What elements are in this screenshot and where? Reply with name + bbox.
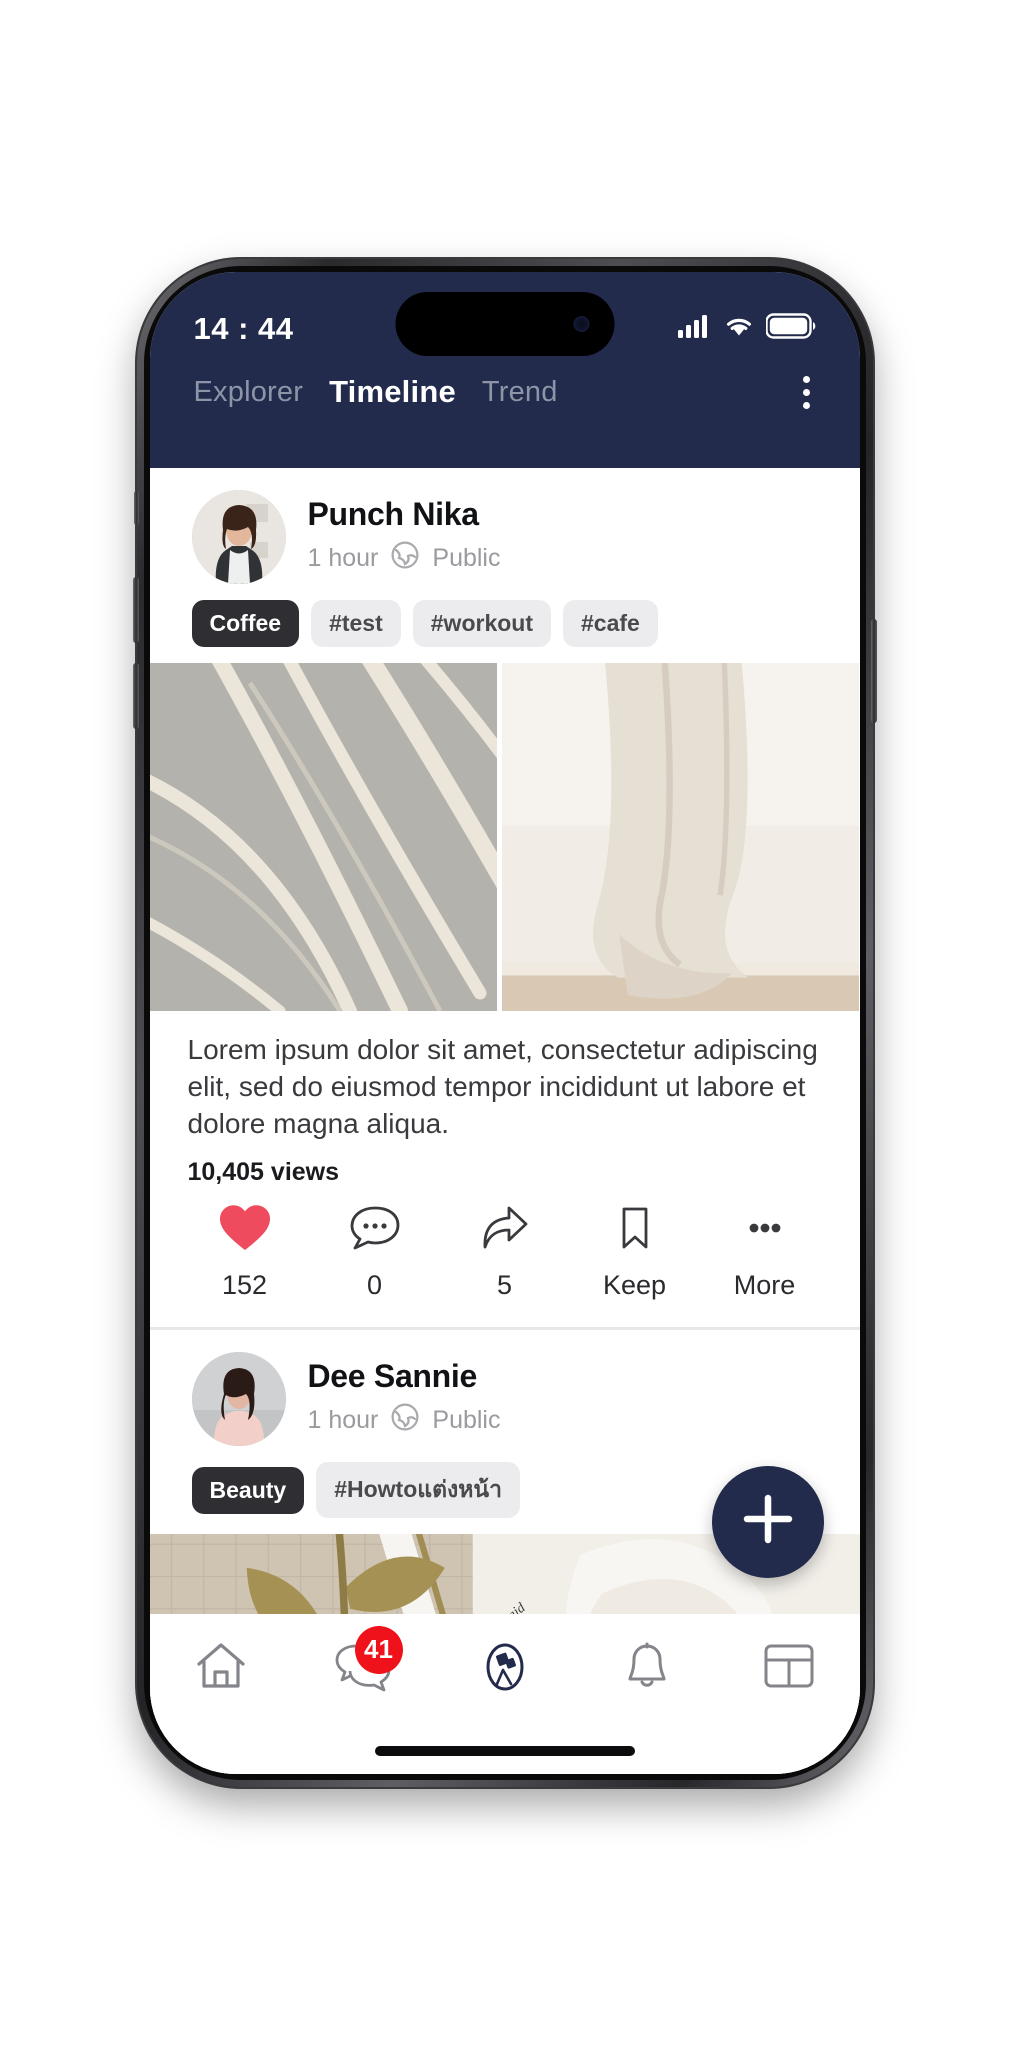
post-image[interactable] xyxy=(501,662,860,1011)
battery-icon xyxy=(764,313,816,344)
tag-pill[interactable]: #cafe xyxy=(563,599,658,647)
volume-down-button[interactable] xyxy=(132,662,139,729)
status-icons xyxy=(677,313,816,344)
nav-item-home[interactable] xyxy=(161,1640,281,1697)
avatar[interactable] xyxy=(191,489,286,584)
nav-item-layout[interactable] xyxy=(729,1640,849,1697)
grid-layout-icon xyxy=(761,1640,817,1697)
keep-button[interactable]: Keep xyxy=(570,1203,700,1301)
app-header: 14 : 44 Explorer Timeline Trend xyxy=(149,271,860,468)
post-card: Punch Nika 1 hour Public Coffee #test #w… xyxy=(149,467,860,1328)
post-privacy: Public xyxy=(432,543,501,572)
volume-up-button[interactable] xyxy=(132,576,139,643)
tag-pill[interactable]: #test xyxy=(311,599,401,647)
feed-scroll-area[interactable]: Punch Nika 1 hour Public Coffee #test #w… xyxy=(149,467,860,1774)
globe-icon xyxy=(390,1402,420,1439)
create-post-fab[interactable] xyxy=(711,1465,824,1578)
nav-item-notifications[interactable] xyxy=(587,1640,707,1699)
message-badge: 41 xyxy=(354,1625,403,1674)
globe-icon xyxy=(390,540,420,577)
tag-pill[interactable]: #workout xyxy=(412,599,551,647)
nav-item-messages[interactable]: 41 xyxy=(303,1625,423,1697)
screenshot-stage: 14 : 44 Explorer Timeline Trend Punch Ni… xyxy=(0,0,1009,2045)
keep-label: Keep xyxy=(602,1270,667,1301)
post-meta: 1 hour Public xyxy=(307,540,501,577)
post-header: Punch Nika 1 hour Public xyxy=(150,468,860,584)
kebab-menu-icon[interactable] xyxy=(793,370,820,415)
tab-trend[interactable]: Trend xyxy=(482,376,558,409)
tag-pill[interactable]: Beauty xyxy=(191,1466,305,1514)
post-time: 1 hour xyxy=(307,543,379,572)
post-caption: Lorem ipsum dolor sit amet, consectetur … xyxy=(187,1033,818,1139)
dynamic-island xyxy=(395,291,614,356)
share-button[interactable]: 5 xyxy=(440,1203,570,1301)
post-privacy: Public xyxy=(432,1406,501,1435)
tab-explorer[interactable]: Explorer xyxy=(194,376,304,409)
post-author-block: Dee Sannie 1 hour Public xyxy=(308,1352,501,1439)
post-header: Dee Sannie 1 hour Public xyxy=(150,1330,860,1447)
share-count: 5 xyxy=(496,1270,513,1301)
top-tab-bar: Explorer Timeline Trend xyxy=(150,356,860,415)
cellular-signal-icon xyxy=(677,314,712,343)
post-author-block: Punch Nika 1 hour Public xyxy=(308,490,501,577)
wifi-icon xyxy=(723,314,755,343)
front-camera-icon xyxy=(573,315,589,332)
status-clock: 14 : 44 xyxy=(193,310,294,346)
like-button[interactable]: 152 xyxy=(180,1203,310,1301)
bell-icon xyxy=(621,1640,673,1699)
plus-icon xyxy=(739,1490,797,1553)
post-author-name[interactable]: Dee Sannie xyxy=(308,1358,501,1395)
post-author-name[interactable]: Punch Nika xyxy=(308,496,501,533)
comment-button[interactable]: 0 xyxy=(310,1203,440,1301)
tab-timeline[interactable]: Timeline xyxy=(329,374,456,410)
post-image[interactable] xyxy=(149,662,497,1011)
bookmark-icon xyxy=(608,1203,662,1258)
post-action-bar: 152 0 5 Keep More xyxy=(150,1187,860,1327)
comment-count: 0 xyxy=(366,1270,383,1301)
tag-pill[interactable]: #Howtoแต่งหน้า xyxy=(316,1462,521,1519)
more-label: More xyxy=(733,1270,796,1301)
home-indicator[interactable] xyxy=(374,1745,635,1756)
phone-screen: 14 : 44 Explorer Timeline Trend Punch Ni… xyxy=(149,271,860,1774)
avatar[interactable] xyxy=(191,1352,286,1447)
heart-filled-icon xyxy=(218,1203,272,1258)
telescope-icon xyxy=(475,1640,535,1699)
post-tags: Coffee #test #workout #cafe xyxy=(150,584,860,663)
more-dots-icon xyxy=(738,1203,792,1258)
more-button[interactable]: More xyxy=(700,1203,830,1301)
share-arrow-icon xyxy=(478,1203,532,1258)
nav-item-discover[interactable] xyxy=(445,1640,565,1699)
power-button[interactable] xyxy=(870,618,877,723)
phone-device: 14 : 44 Explorer Timeline Trend Punch Ni… xyxy=(132,258,877,1787)
comment-bubble-icon xyxy=(348,1203,402,1258)
post-time: 1 hour xyxy=(307,1406,379,1435)
silent-switch[interactable] xyxy=(133,490,139,525)
post-meta: 1 hour Public xyxy=(307,1402,501,1439)
post-view-count: 10,405 views xyxy=(187,1158,340,1187)
like-count: 152 xyxy=(221,1270,268,1301)
post-media-gallery[interactable] xyxy=(149,662,860,1011)
tag-pill[interactable]: Coffee xyxy=(191,599,300,647)
home-icon xyxy=(193,1640,249,1697)
